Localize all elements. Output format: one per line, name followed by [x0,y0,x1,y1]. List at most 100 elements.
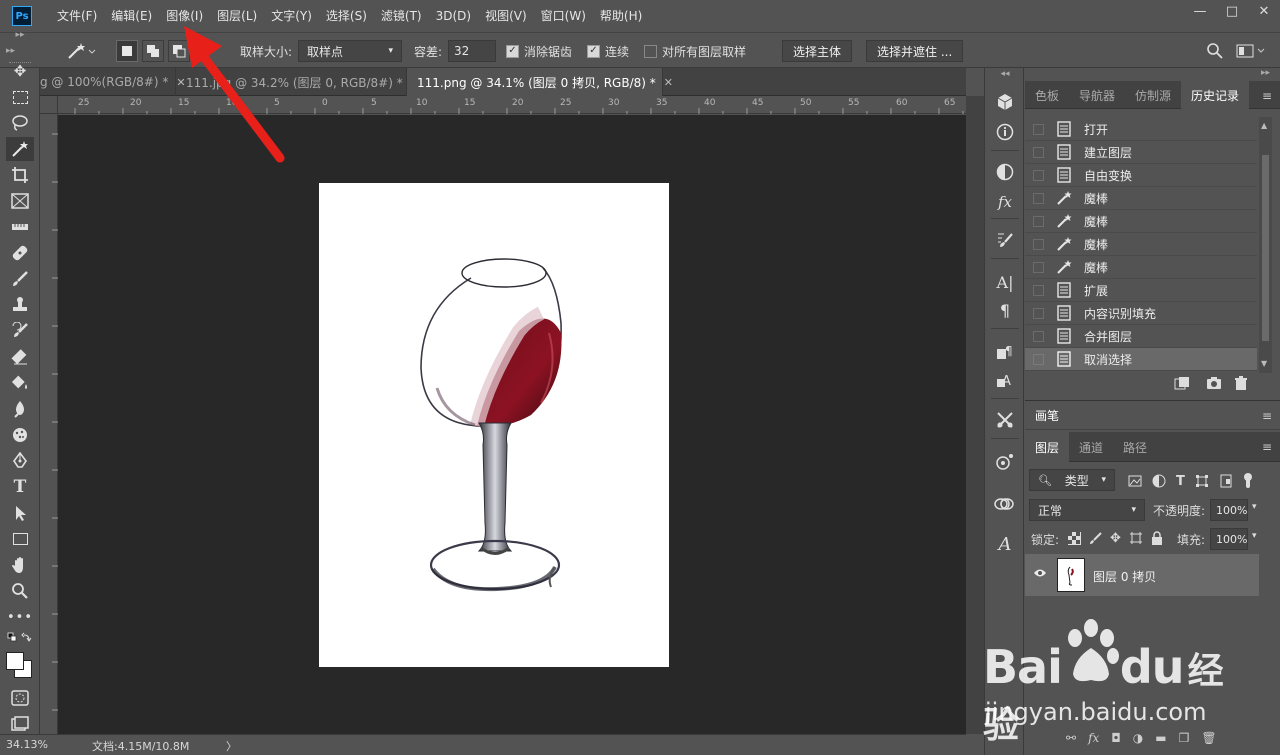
blend-mode-dropdown[interactable]: 正常 ▾ [1029,499,1145,521]
stamp-tool-icon[interactable] [6,293,34,317]
history-item[interactable]: 建立图层 [1025,141,1257,164]
frame-tool-icon[interactable] [6,189,34,213]
tab-clone-source[interactable]: 仿制源 [1125,81,1181,109]
adjustment-layer-filter-icon[interactable] [1152,474,1166,488]
menu-window[interactable]: 窗口(W) [534,0,593,32]
tab-swatches[interactable]: 色板 [1025,81,1069,109]
type-tool-icon[interactable]: T [6,475,34,499]
antialias-checkbox[interactable]: ✓ 消除锯齿 [506,33,572,69]
lock-position-icon[interactable]: ✥ [1110,531,1121,546]
paragraph-styles-icon[interactable]: ¶ [993,340,1017,364]
brush-settings-icon[interactable] [993,228,1017,252]
zoom-tool-icon[interactable] [6,579,34,603]
tolerance-input[interactable]: 32 [448,40,496,62]
lock-pixels-icon[interactable] [1089,531,1102,545]
snapshot-checkbox[interactable] [1033,238,1044,250]
history-item[interactable]: 魔棒 [1025,233,1257,256]
new-document-from-state-icon[interactable] [1174,376,1190,394]
shape-layer-filter-icon[interactable] [1195,474,1209,488]
scroll-thumb[interactable] [1262,155,1269,341]
chevron-down-icon[interactable]: ▾ [1252,502,1257,512]
rectangle-tool-icon[interactable] [6,527,34,551]
snapshot-checkbox[interactable] [1033,284,1044,296]
history-scrollbar[interactable]: ▲ ▼ [1259,117,1272,373]
opacity-input[interactable]: 100% [1210,499,1248,521]
snapshot-checkbox[interactable] [1033,307,1044,319]
tab-channels[interactable]: 通道 [1069,432,1113,462]
sample-size-dropdown[interactable]: 取样点 ▾ [298,40,402,62]
layer-thumbnail[interactable] [1057,558,1085,592]
menu-3d[interactable]: 3D(D) [429,0,478,32]
history-item-selected[interactable]: 取消选择 [1025,348,1257,371]
snapshot-checkbox[interactable] [1033,261,1044,273]
hand-tool-icon[interactable] [6,553,34,577]
menu-select[interactable]: 选择(S) [319,0,374,32]
smart-object-filter-icon[interactable] [1219,474,1233,488]
history-item[interactable]: 魔棒 [1025,210,1257,233]
tab-history[interactable]: 历史记录 [1181,81,1250,109]
maximize-button[interactable]: □ [1216,0,1248,22]
tool-preset-picker[interactable] [66,33,96,69]
move-tool-icon[interactable]: ✥ [6,59,34,83]
select-and-mask-button[interactable]: 选择并遮住 ... [866,40,964,62]
paint-bucket-icon[interactable] [6,371,34,395]
panel-menu-icon[interactable]: ≡ [1262,89,1272,103]
history-item[interactable]: 内容识别填充 [1025,302,1257,325]
minimize-button[interactable]: — [1184,0,1216,22]
history-item[interactable]: 自由变换 [1025,164,1257,187]
scroll-down-icon[interactable]: ▼ [1261,359,1267,368]
lock-artboard-icon[interactable] [1129,531,1143,545]
quick-mask-icon[interactable] [6,686,34,710]
color-swatches[interactable] [6,648,34,682]
menu-filter[interactable]: 滤镜(T) [374,0,429,32]
vertical-ruler[interactable] [40,114,58,734]
workspace-icon[interactable] [1236,33,1266,69]
select-subject-button[interactable]: 选择主体 [782,40,853,62]
marquee-tool-icon[interactable] [6,85,34,109]
snapshot-checkbox[interactable] [1033,169,1044,181]
ruler-origin[interactable] [40,96,58,114]
new-selection-button[interactable] [116,40,138,62]
styles-fx-icon[interactable]: fx [993,190,1017,214]
more-tools-icon[interactable]: ••• [6,605,34,629]
blur-tool-icon[interactable] [6,397,34,421]
history-item[interactable]: 扩展 [1025,279,1257,302]
snapshot-checkbox[interactable] [1033,353,1044,365]
menu-file[interactable]: 文件(F) [50,0,104,32]
history-item[interactable]: 魔棒 [1025,256,1257,279]
foreground-color-swatch[interactable] [6,652,24,670]
learn-icon[interactable] [993,450,1017,474]
snapshot-checkbox[interactable] [1033,192,1044,204]
tab-brush[interactable]: 画笔 [1025,401,1280,429]
pen-tool-icon[interactable] [6,449,34,473]
default-colors-icon[interactable] [6,630,34,646]
layer-name[interactable]: 图层 0 拷贝 [1093,568,1156,585]
fill-input[interactable]: 100% [1210,528,1248,550]
toolbar-collapse-icon[interactable]: ▸▸ [6,28,34,42]
history-item[interactable]: 打开 [1025,118,1257,141]
close-icon[interactable]: ✕ [664,76,673,89]
history-item[interactable]: 魔棒 [1025,187,1257,210]
menu-help[interactable]: 帮助(H) [593,0,649,32]
panel-menu-icon[interactable]: ≡ [1262,440,1272,454]
crop-tool-icon[interactable] [6,163,34,187]
tab-layers[interactable]: 图层 [1025,432,1070,462]
add-selection-button[interactable] [142,40,164,62]
layer-row[interactable]: 图层 0 拷贝 [1025,554,1259,596]
glyphs-icon[interactable]: A [993,532,1017,556]
magic-wand-tool-icon[interactable] [6,137,34,161]
healing-brush-icon[interactable] [6,241,34,265]
path-selection-icon[interactable] [6,501,34,525]
3d-cube-icon[interactable] [993,90,1017,114]
tab-paths[interactable]: 路径 [1113,432,1157,462]
search-icon[interactable] [1206,33,1224,69]
libraries-icon[interactable] [993,492,1017,516]
camera-snapshot-icon[interactable] [1206,376,1222,394]
sample-all-layers-checkbox[interactable]: 对所有图层取样 [644,33,746,69]
trash-icon[interactable] [1234,376,1248,395]
tab-doc-3[interactable]: 111.png @ 34.1% (图层 0 拷贝, RGB/8) * ✕ [407,68,673,96]
sponge-tool-icon[interactable] [6,423,34,447]
info-icon[interactable] [993,120,1017,144]
snapshot-checkbox[interactable] [1033,123,1044,135]
contiguous-checkbox[interactable]: ✓ 连续 [587,33,629,69]
